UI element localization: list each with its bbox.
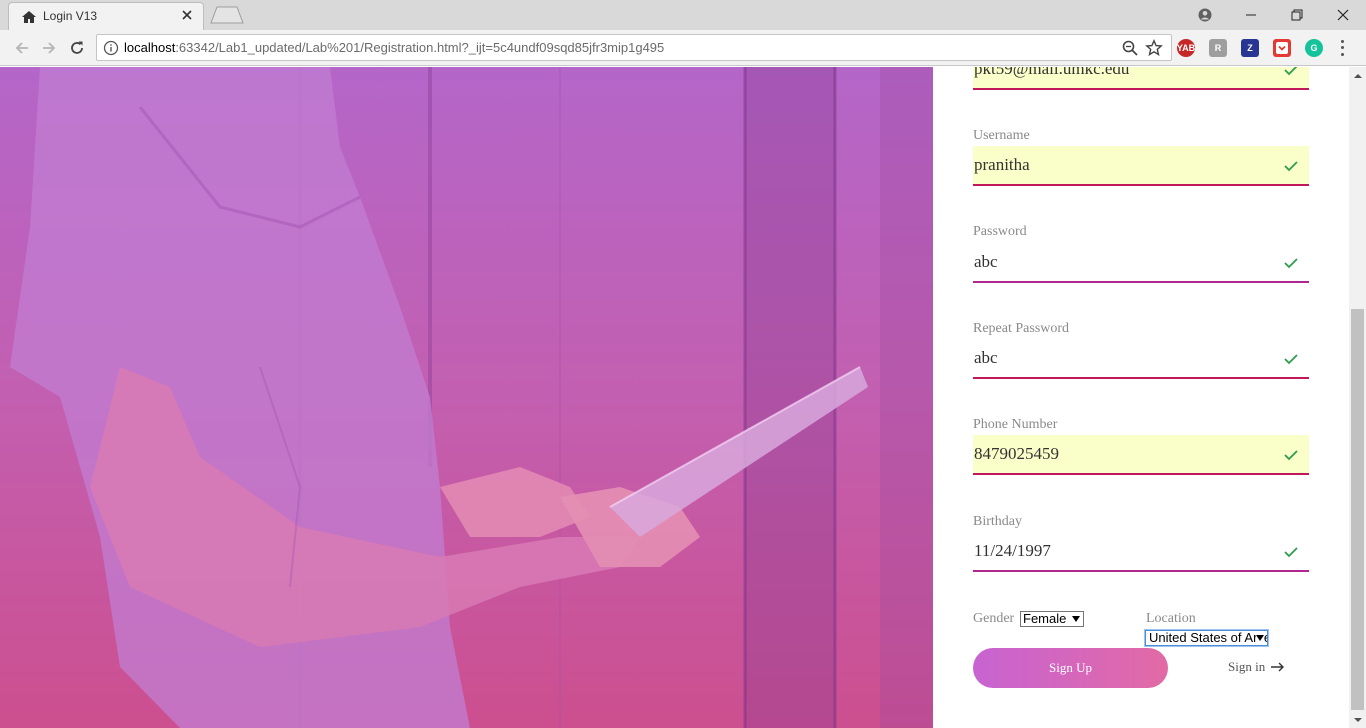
gender-select[interactable]: Female xyxy=(1020,611,1084,627)
browser-tab[interactable]: Login V13 xyxy=(8,2,204,30)
close-window-button[interactable] xyxy=(1320,0,1366,30)
repeat-password-value: abc xyxy=(974,348,998,367)
dropdown-arrow-icon xyxy=(1072,616,1080,622)
check-icon xyxy=(1284,161,1298,172)
check-icon xyxy=(1284,258,1298,269)
new-tab-button[interactable] xyxy=(210,6,244,24)
scrollbar-thumb[interactable] xyxy=(1351,309,1364,710)
password-value: abc xyxy=(974,252,998,271)
page-scrollbar[interactable] xyxy=(1349,67,1366,728)
info-icon[interactable] xyxy=(103,40,119,56)
birthday-value: 11/24/1997 xyxy=(974,541,1051,560)
home-icon xyxy=(22,11,36,23)
repeat-password-field[interactable]: abc xyxy=(973,339,1309,379)
page-viewport: pkt59@mail.umkc.edu Username pranitha Pa… xyxy=(0,67,1349,728)
check-icon xyxy=(1284,354,1298,365)
birthday-label: Birthday xyxy=(973,514,1022,529)
location-select[interactable]: United States of America xyxy=(1145,630,1268,646)
minimize-button[interactable] xyxy=(1228,0,1274,30)
bookmark-star-icon[interactable] xyxy=(1145,39,1163,57)
phone-number-label: Phone Number xyxy=(973,417,1058,432)
email-value: pkt59@mail.umkc.edu xyxy=(974,67,1130,78)
tab-strip: Login V13 xyxy=(0,0,1366,30)
browser-toolbar: localhost:63342/Lab1_updated/Lab%201/Reg… xyxy=(0,30,1366,66)
profile-icon[interactable] xyxy=(1182,0,1228,30)
password-field[interactable]: abc xyxy=(973,243,1309,283)
username-field[interactable]: pranitha xyxy=(973,146,1309,186)
scroll-up-arrow-icon[interactable] xyxy=(1349,67,1366,84)
repeat-password-label: Repeat Password xyxy=(973,321,1070,336)
restore-button[interactable] xyxy=(1274,0,1320,30)
email-field[interactable]: pkt59@mail.umkc.edu xyxy=(973,67,1309,90)
location-label: Location xyxy=(1146,611,1196,626)
username-value: pranitha xyxy=(974,155,1030,174)
pocket-extension-icon[interactable] xyxy=(1273,39,1291,57)
check-icon xyxy=(1284,547,1298,558)
grammarly-extension-icon[interactable]: G xyxy=(1305,39,1323,57)
check-icon xyxy=(1284,67,1298,76)
username-label: Username xyxy=(973,128,1030,143)
hero-image xyxy=(0,67,933,728)
sign-in-label: Sign in xyxy=(1228,659,1266,674)
close-tab-icon[interactable] xyxy=(179,7,195,23)
check-icon xyxy=(1284,450,1298,461)
birthday-field[interactable]: 11/24/1997 xyxy=(973,532,1309,572)
address-bar[interactable]: localhost:63342/Lab1_updated/Lab%201/Reg… xyxy=(96,34,1172,61)
scroll-down-arrow-icon[interactable] xyxy=(1349,711,1366,728)
forward-button[interactable] xyxy=(39,38,59,58)
url-text[interactable]: localhost:63342/Lab1_updated/Lab%201/Reg… xyxy=(124,40,664,55)
browser-menu-icon[interactable] xyxy=(1336,38,1348,58)
dropdown-arrow-icon xyxy=(1256,634,1264,642)
phone-number-field[interactable]: 8479025459 xyxy=(973,435,1309,475)
reader-extension-icon[interactable]: R xyxy=(1209,39,1227,57)
arrow-right-icon xyxy=(1271,662,1285,672)
reload-button[interactable] xyxy=(67,38,87,58)
zoom-icon[interactable] xyxy=(1121,39,1139,57)
zotero-extension-icon[interactable]: Z xyxy=(1241,39,1259,57)
yab-extension-icon[interactable]: YAB xyxy=(1177,39,1195,57)
sign-in-link[interactable]: Sign in xyxy=(1228,659,1285,675)
back-button[interactable] xyxy=(12,38,32,58)
tab-title: Login V13 xyxy=(43,9,98,23)
gender-label: Gender xyxy=(973,611,1015,626)
phone-number-value: 8479025459 xyxy=(974,444,1059,463)
sign-up-button[interactable]: Sign Up xyxy=(973,648,1168,688)
password-label: Password xyxy=(973,224,1027,239)
